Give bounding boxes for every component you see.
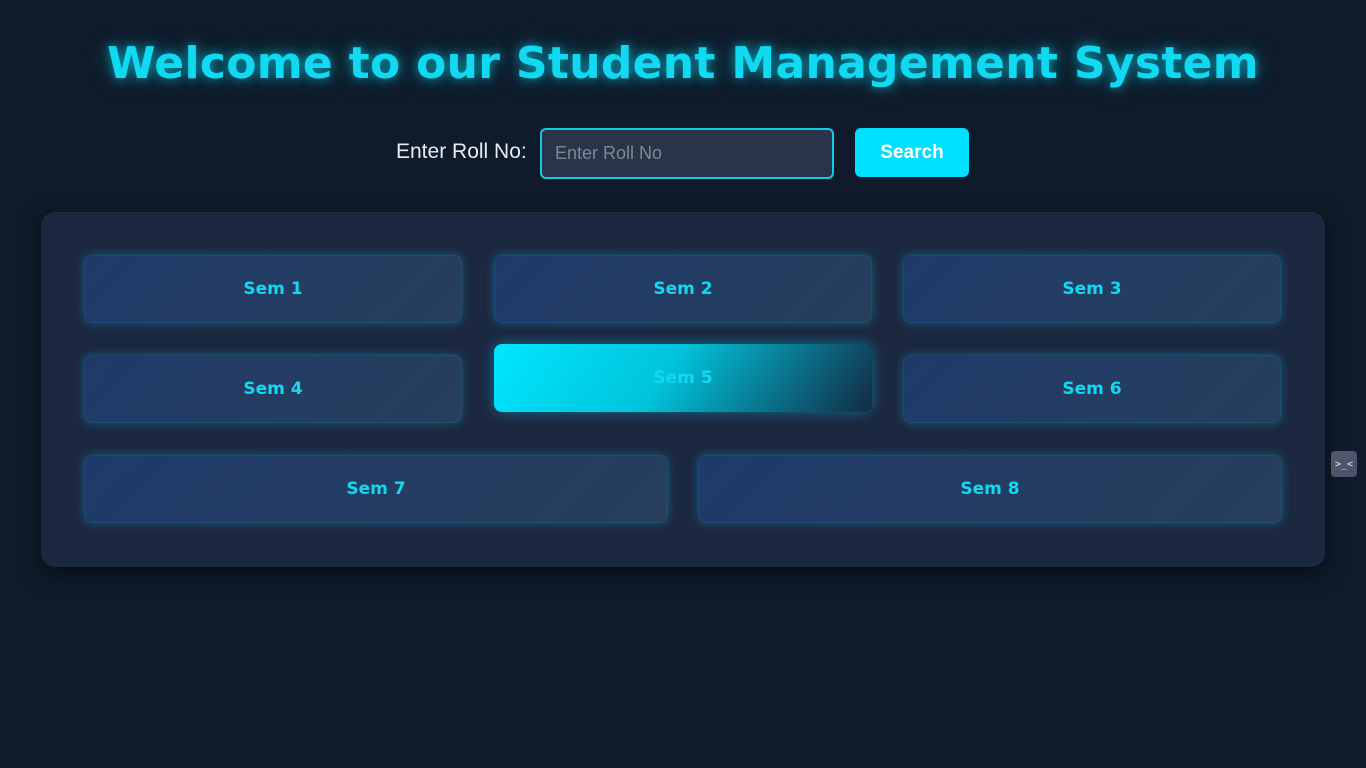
sem-5-button[interactable]: Sem 5 <box>494 344 872 412</box>
roll-no-label: Enter Roll No: <box>396 140 527 163</box>
sem-8-button[interactable]: Sem 8 <box>698 455 1282 523</box>
sem-4-button[interactable]: Sem 4 <box>84 355 462 423</box>
sem-7-button[interactable]: Sem 7 <box>84 455 668 523</box>
search-button[interactable]: Search <box>855 128 969 177</box>
search-bar: Enter Roll No: Search <box>0 128 1366 179</box>
terminal-face-icon[interactable]: >_< <box>1331 451 1357 477</box>
page-title: Welcome to our Student Management System <box>107 38 1259 89</box>
sem-2-button[interactable]: Sem 2 <box>494 255 872 323</box>
sem-6-button[interactable]: Sem 6 <box>903 355 1281 423</box>
sem-3-button[interactable]: Sem 3 <box>903 255 1281 323</box>
sem-1-button[interactable]: Sem 1 <box>84 255 462 323</box>
roll-no-input[interactable] <box>540 128 834 179</box>
semester-panel: Sem 1 Sem 2 Sem 3 Sem 4 Sem 5 Sem 6 Sem … <box>41 212 1325 567</box>
